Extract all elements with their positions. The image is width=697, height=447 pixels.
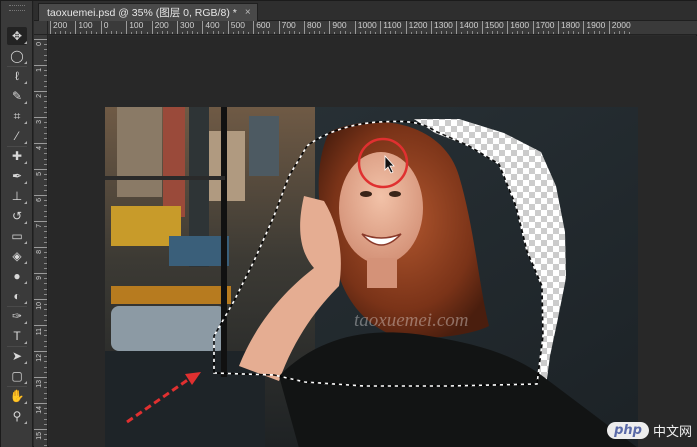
healing-brush-icon: ✚	[11, 149, 23, 163]
pen-tool[interactable]: ✑	[7, 307, 27, 325]
ruler-tick-label: 6	[34, 195, 47, 202]
zoom-icon: ⚲	[12, 409, 22, 423]
move-tool[interactable]: ✥	[7, 27, 27, 45]
type-icon: T	[13, 329, 21, 343]
tools-panel: ✥ ◯ ℓ ✎ ⌗ ⁄ ✚ ✒ ⊥ ↺ ▭ ◈ ● ◐ ✑ T ➤ ▢ ✋ ⚲	[1, 1, 33, 447]
panel-grip[interactable]	[9, 5, 25, 11]
ruler-tick-label: 14	[34, 403, 47, 414]
document-tab[interactable]: taoxuemei.psd @ 35% (图层 0, RGB/8) * ×	[38, 3, 258, 21]
crop-icon: ⌗	[13, 109, 21, 123]
canvas-workspace[interactable]: taoxuemei.com php 中文网	[49, 36, 697, 447]
brush-icon: ✒	[11, 169, 23, 183]
lasso-icon: ℓ	[15, 69, 19, 83]
blur-drop-icon: ●	[13, 269, 21, 283]
vertical-ruler[interactable]: 0 1 2 3 4 5 6 7 8 9 10 11 12 13 14 15	[34, 35, 48, 447]
eraser-tool[interactable]: ▭	[7, 227, 27, 245]
type-tool[interactable]: T	[7, 327, 27, 345]
path-selection-icon: ➤	[11, 349, 23, 363]
site-watermark: php 中文网	[607, 421, 692, 440]
healing-brush-tool[interactable]: ✚	[7, 147, 27, 165]
ruler-tick-label: 11	[34, 325, 47, 335]
quick-selection-tool[interactable]: ✎	[7, 87, 27, 105]
image-watermark: taoxuemei.com	[354, 310, 468, 331]
brush-tool[interactable]: ✒	[7, 167, 27, 185]
elliptical-marquee-icon: ◯	[10, 49, 24, 63]
rectangle-icon: ▢	[11, 369, 23, 383]
ruler-tick-label: 9	[34, 273, 47, 280]
ruler-tick-label: 3	[34, 117, 47, 124]
ruler-origin[interactable]	[34, 21, 48, 35]
move-icon: ✥	[11, 29, 23, 43]
ruler-tick-label: 5	[34, 169, 47, 176]
horizontal-ruler[interactable]: 200 100 0 100 200 300 400 500 600 700 800 900 1000 11…	[48, 21, 697, 35]
dodge-icon: ◐	[13, 289, 21, 303]
ruler-tick-label: 12	[34, 351, 47, 362]
blur-tool[interactable]: ●	[7, 267, 27, 285]
ruler-tick-label: 1	[34, 65, 47, 72]
marquee-tool[interactable]: ◯	[7, 47, 27, 65]
rectangle-tool[interactable]: ▢	[7, 367, 27, 385]
ruler-tick-label: 15	[34, 429, 47, 440]
ruler-tick-label: 0	[34, 39, 47, 46]
close-icon[interactable]: ×	[245, 7, 251, 18]
ruler-tick-label: 10	[34, 299, 47, 310]
eraser-icon: ▭	[11, 229, 23, 243]
paint-bucket-tool[interactable]: ◈	[7, 247, 27, 265]
eyedropper-tool[interactable]: ⁄	[7, 127, 27, 145]
ruler-tick-label: 4	[34, 143, 47, 150]
dodge-tool[interactable]: ◐	[7, 287, 27, 305]
photoshop-window: ✥ ◯ ℓ ✎ ⌗ ⁄ ✚ ✒ ⊥ ↺ ▭ ◈ ● ◐ ✑ T ➤ ▢ ✋ ⚲ taoxuemei.psd @ 35%…	[0, 0, 697, 447]
quick-selection-icon: ✎	[11, 89, 23, 103]
ruler-tick-label: 0	[100, 21, 109, 34]
history-brush-icon: ↺	[11, 209, 23, 223]
hand-tool[interactable]: ✋	[7, 387, 27, 405]
ruler-tick-label: 2	[34, 91, 47, 98]
history-brush-tool[interactable]: ↺	[7, 207, 27, 225]
document-tab-bar: taoxuemei.psd @ 35% (图层 0, RGB/8) * ×	[34, 1, 697, 21]
site-name: 中文网	[652, 424, 692, 439]
hand-icon: ✋	[9, 389, 25, 403]
document-tab-title: taoxuemei.psd @ 35% (图层 0, RGB/8) *	[47, 7, 237, 19]
stamp-icon: ⊥	[11, 189, 23, 203]
ruler-tick-label: 7	[34, 221, 47, 228]
ruler-tick-label: 13	[34, 377, 47, 388]
zoom-tool[interactable]: ⚲	[7, 407, 27, 425]
eyedropper-icon: ⁄	[15, 129, 18, 143]
document-canvas[interactable]: taoxuemei.com	[49, 36, 697, 447]
ruler-tick-label: 8	[34, 247, 47, 254]
crop-tool[interactable]: ⌗	[7, 107, 27, 125]
pen-icon: ✑	[11, 309, 23, 323]
lasso-tool[interactable]: ℓ	[7, 67, 27, 85]
php-logo: php	[607, 422, 649, 439]
path-selection-tool[interactable]: ➤	[7, 347, 27, 365]
clone-stamp-tool[interactable]: ⊥	[7, 187, 27, 205]
paint-bucket-icon: ◈	[12, 249, 22, 263]
